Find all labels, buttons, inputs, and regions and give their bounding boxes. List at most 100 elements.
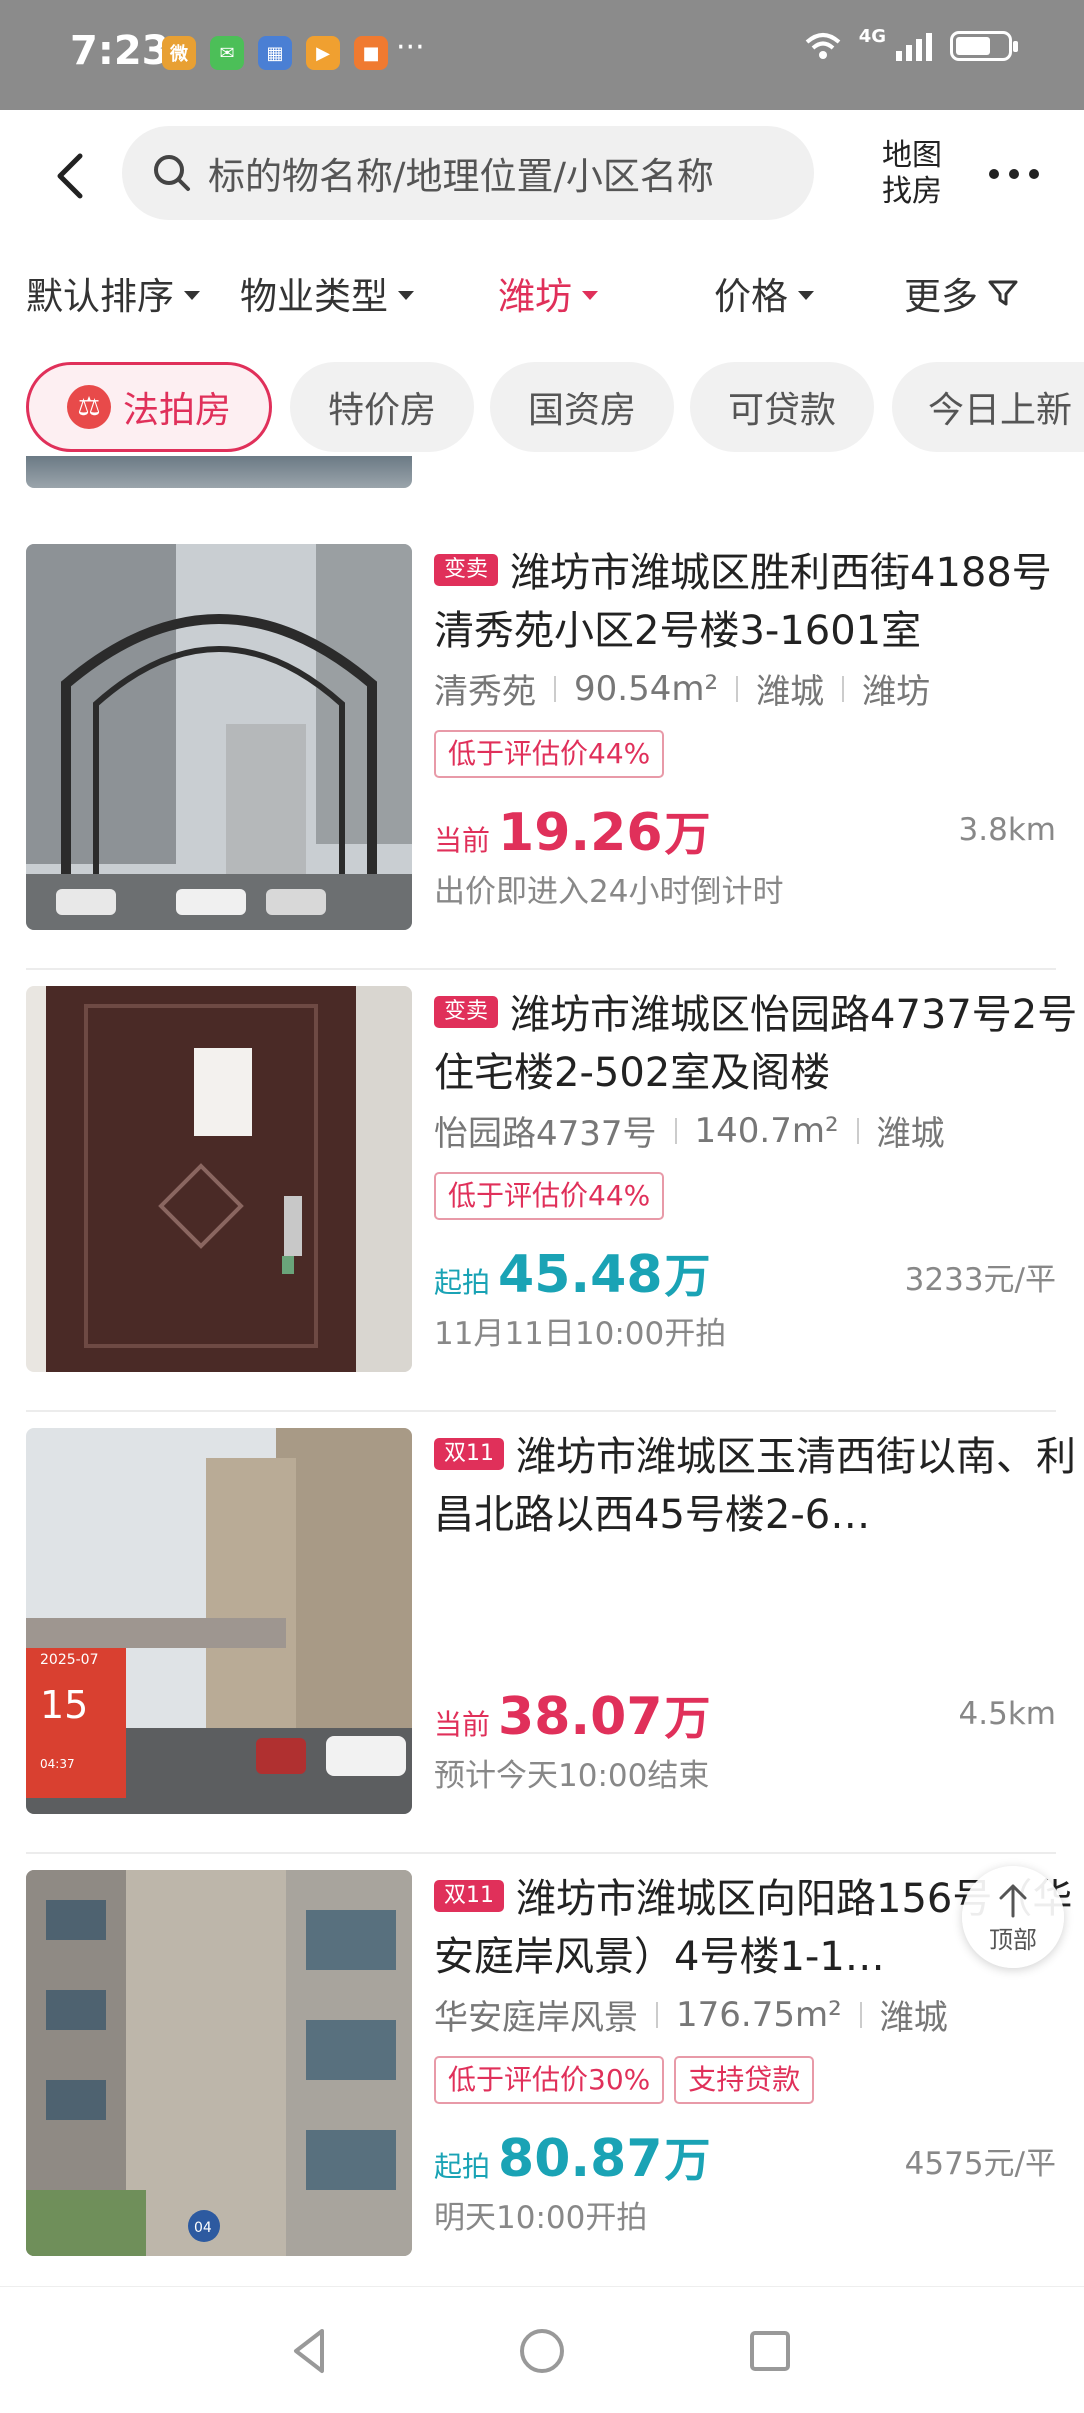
meta-district: 潍城: [756, 672, 825, 712]
tag-label: 今日上新: [928, 390, 1073, 431]
more-notifications-icon: ···: [396, 30, 425, 65]
nav-home-icon[interactable]: [514, 2323, 570, 2379]
listing-card[interactable]: 变卖 潍坊市潍城区胜利西街4188号清秀苑小区2号楼3-1601室 清秀苑 90.…: [26, 544, 1056, 934]
listing-labels: 低于评估价44%: [434, 1172, 665, 1220]
price-unit: 万: [664, 2133, 711, 2187]
meta-community: 清秀苑: [434, 672, 536, 712]
listing-status: 明天10:00开拍: [434, 2200, 648, 2236]
wechat-icon: ✉: [210, 36, 244, 70]
listing-thumbnail[interactable]: [26, 456, 412, 488]
discount-label: 低于评估价30%: [434, 2056, 665, 2104]
nav-back-icon[interactable]: [282, 2323, 338, 2379]
title-text: 潍坊市潍城区玉清西街以南、利昌北路以西45号楼2-6…: [434, 1434, 1076, 1538]
photo-time: 04:37: [40, 1757, 75, 1771]
search-input[interactable]: 标的物名称/地理位置/小区名称: [122, 126, 814, 220]
listing-title: 变卖 潍坊市潍城区怡园路4737号2号住宅楼2-502室及阁楼: [434, 986, 1084, 1102]
listing-price: 当前 19.26 万: [434, 798, 711, 864]
meta-community: 怡园路4737号: [434, 1114, 657, 1154]
listing-thumbnail: 2025-07 15 04:37: [26, 1428, 412, 1814]
video-app-icon: ▶: [306, 36, 340, 70]
calendar-icon: ▦: [258, 36, 292, 70]
listing-thumbnail: 04: [26, 1870, 412, 2256]
listing-labels: 低于评估价44%: [434, 730, 665, 778]
listing-status: 出价即进入24小时倒计时: [434, 874, 784, 910]
wifi-icon: [805, 33, 841, 59]
court-emblem-icon: ⚖: [66, 385, 111, 429]
sale-type-badge: 变卖: [434, 554, 499, 586]
filter-label: 价格: [714, 275, 788, 318]
price-unit: 万: [664, 807, 711, 861]
listing-title: 双11 潍坊市潍城区玉清西街以南、利昌北路以西45号楼2-6…: [434, 1428, 1084, 1544]
shopping-app-icon: ■: [354, 36, 388, 70]
network-type: 4G: [858, 25, 886, 47]
back-to-top-label: 顶部: [989, 1925, 1037, 1954]
discount-label: 低于评估价44%: [434, 730, 665, 778]
filter-label: 更多: [904, 275, 978, 318]
filter-more[interactable]: 更多: [904, 266, 1020, 320]
title-text: 潍坊市潍城区怡园路4737号2号住宅楼2-502室及阁楼: [434, 992, 1078, 1096]
map-search-button[interactable]: 地图找房: [878, 138, 946, 210]
price-value: 38.07: [498, 1687, 663, 1747]
price-value: 19.26: [498, 803, 663, 863]
arrow-up-icon: [999, 1884, 1027, 1917]
status-right: 4G: [803, 26, 1018, 62]
meta-district: 潍城: [876, 1114, 945, 1154]
filter-city[interactable]: 潍坊: [498, 266, 598, 320]
listing-unit-price: 4575元/平: [904, 2146, 1056, 2182]
listing-card[interactable]: 2025-07 15 04:37 双11 潍坊市潍城区玉清西街以南、利昌北路以西4…: [26, 1428, 1076, 1818]
meta-community: 华安庭岸风景: [434, 1998, 638, 2038]
chevron-down-icon: [398, 290, 414, 300]
meta-district: 潍城: [879, 1998, 948, 2038]
divider: [26, 1852, 1056, 1854]
tag-special-price[interactable]: 特价房: [290, 362, 474, 452]
battery-icon: [950, 31, 1018, 61]
meta-area: 176.75m²: [676, 1994, 842, 2035]
listing-labels: 低于评估价30% 支持贷款: [434, 2056, 815, 2104]
sale-type-badge: 双11: [434, 1880, 504, 1912]
price-prefix: 起拍: [434, 1266, 491, 1299]
filter-property-type[interactable]: 物业类型: [240, 266, 414, 320]
nav-recents-icon[interactable]: [742, 2323, 798, 2379]
sale-type-badge: 双11: [434, 1438, 504, 1470]
price-value: 80.87: [498, 2129, 663, 2189]
filter-bar: 默认排序 物业类型 潍坊 价格 更多: [0, 250, 1084, 336]
price-unit: 万: [664, 1249, 711, 1303]
listing-price: 起拍 80.87 万: [434, 2124, 711, 2190]
title-text: 潍坊市潍城区胜利西街4188号清秀苑小区2号楼3-1601室: [434, 550, 1052, 654]
tag-loan-available[interactable]: 可贷款: [690, 362, 874, 452]
divider: [26, 1410, 1056, 1412]
search-placeholder: 标的物名称/地理位置/小区名称: [208, 155, 714, 198]
tag-state-owned[interactable]: 国资房: [490, 362, 674, 452]
tag-court-auction[interactable]: ⚖ 法拍房: [26, 362, 272, 452]
divider: [26, 968, 1056, 970]
tag-new-today[interactable]: 今日上新: [892, 362, 1084, 452]
price-unit: 万: [664, 1691, 711, 1745]
system-nav-bar: [0, 2286, 1084, 2413]
more-options-icon[interactable]: [984, 162, 1044, 186]
status-app-icons: 微 ✉ ▦ ▶ ■: [162, 36, 388, 70]
chevron-down-icon: [184, 290, 200, 300]
back-to-top-button[interactable]: 顶部: [962, 1866, 1064, 1968]
filter-label: 默认排序: [26, 275, 174, 318]
listing-status: 预计今天10:00结束: [434, 1758, 710, 1794]
filter-price[interactable]: 价格: [714, 266, 814, 320]
tag-label: 特价房: [327, 390, 436, 431]
listing-unit-price: 3233元/平: [904, 1262, 1056, 1298]
price-value: 45.48: [498, 1245, 663, 1305]
loan-label: 支持贷款: [674, 2056, 815, 2104]
listing-card[interactable]: 变卖 潍坊市潍城区怡园路4737号2号住宅楼2-502室及阁楼 怡园路4737号 …: [26, 986, 1077, 1376]
weibo-icon: 微: [162, 36, 196, 70]
listing-thumbnail: [26, 986, 412, 1372]
top-bar: 标的物名称/地理位置/小区名称 地图找房: [0, 110, 1084, 240]
listing-card[interactable]: 04 双11 潍坊市潍城区向阳路156号（华安庭岸风景）4号楼1-1… 华安庭岸风…: [26, 1870, 1072, 2260]
tag-label: 法拍房: [122, 390, 231, 431]
search-icon: [154, 155, 190, 191]
back-icon[interactable]: [44, 146, 100, 206]
listing-status: 11月11日10:00开拍: [434, 1316, 727, 1352]
chevron-down-icon: [582, 290, 598, 300]
filter-sort[interactable]: 默认排序: [26, 266, 200, 320]
signal-icon: [896, 33, 932, 61]
listing-meta: 清秀苑 90.54m² 潍城 潍坊: [434, 664, 930, 713]
price-prefix: 起拍: [434, 2150, 491, 2183]
listing-title: 变卖 潍坊市潍城区胜利西街4188号清秀苑小区2号楼3-1601室: [434, 544, 1084, 660]
